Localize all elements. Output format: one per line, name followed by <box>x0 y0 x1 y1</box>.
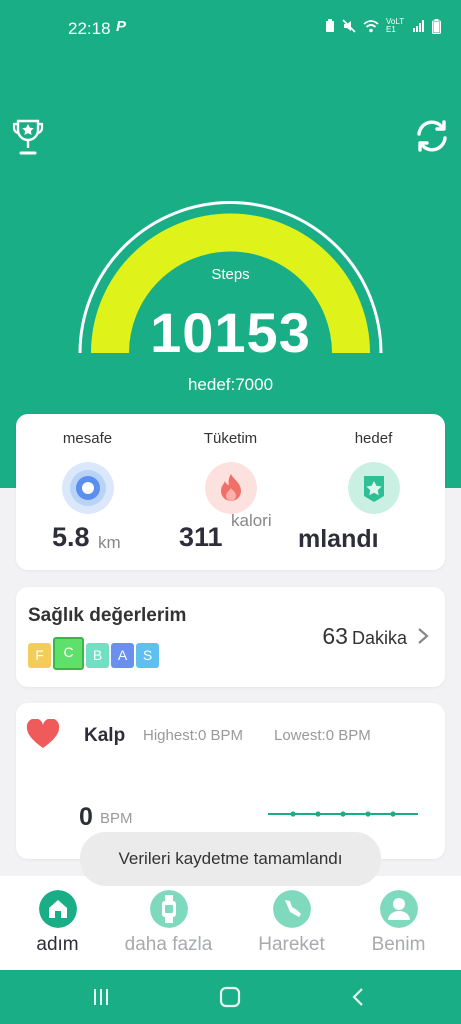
back-icon[interactable] <box>346 984 372 1010</box>
tab-benim[interactable]: Benim <box>341 876 456 970</box>
stats-card: mesafe 5.8 km Tüketim 311 kalori hedef m… <box>16 414 445 570</box>
steps-goal: hedef:7000 <box>187 375 274 394</box>
distance-label: mesafe <box>62 430 113 447</box>
goal-label: hedef <box>354 430 393 447</box>
battery-icon <box>432 18 441 34</box>
recent-apps-icon[interactable] <box>88 984 114 1010</box>
watch-icon <box>149 890 188 928</box>
heart-icon <box>26 719 60 748</box>
goal-value: mlandı <box>298 525 379 553</box>
consumption-label: Tüketim <box>203 430 258 447</box>
volte-icon: VoLTE1 <box>386 17 405 34</box>
home-icon <box>38 890 77 928</box>
app-badge-icon: P <box>116 18 127 35</box>
health-minutes-value: 63 <box>322 623 348 649</box>
tab-label: daha fazla <box>124 934 213 955</box>
fire-icon <box>204 462 257 514</box>
health-title: Sağlık değerlerim <box>28 605 187 626</box>
bottom-tab-bar: adım daha fazla Hareket Benim <box>0 876 461 970</box>
system-nav-bar <box>0 970 461 1024</box>
grade-c: C <box>53 637 84 670</box>
tab-label: adım <box>36 934 79 955</box>
heart-rate-sparkline <box>268 811 418 817</box>
trophy-icon[interactable] <box>12 118 44 156</box>
grade-scale: F C B A S <box>28 637 159 670</box>
heart-highest: Highest:0 BPM <box>143 727 244 744</box>
shoe-icon <box>272 890 311 928</box>
toast-message: Verileri kaydetme tamamlandı <box>80 832 381 886</box>
grade-f: F <box>28 643 51 668</box>
health-minutes-unit: Dakika <box>351 628 407 648</box>
heart-lowest: Lowest:0 BPM <box>274 727 371 744</box>
chevron-right-icon <box>418 628 429 644</box>
consumption-stat[interactable]: Tüketim 311 kalori <box>159 414 302 570</box>
grade-b: B <box>86 643 109 668</box>
consumption-value: 311 <box>179 522 223 552</box>
grade-a: A <box>111 643 134 668</box>
distance-value: 5.8 <box>52 522 90 552</box>
profile-icon <box>379 890 418 928</box>
signal-icon <box>413 20 424 32</box>
tab-label: Hareket <box>258 934 325 955</box>
distance-unit: km <box>98 533 121 552</box>
tab-hareket[interactable]: Hareket <box>234 876 349 970</box>
wifi-icon <box>363 19 379 32</box>
consumption-unit: kalori <box>231 511 272 530</box>
health-minutes: 63 Dakika <box>322 623 407 650</box>
status-icons: VoLTE1 <box>325 18 441 34</box>
battery-saver-icon <box>326 19 334 32</box>
home-nav-icon[interactable] <box>217 984 243 1010</box>
tab-daha-fazla[interactable]: daha fazla <box>111 876 226 970</box>
goal-badge-icon <box>347 462 400 514</box>
bpm-unit: BPM <box>100 810 133 827</box>
steps-value: 10153 <box>150 301 311 364</box>
location-icon <box>61 462 114 514</box>
health-values-card[interactable]: Sağlık değerlerim F C B A S 63 Dakika <box>16 587 445 687</box>
distance-stat[interactable]: mesafe 5.8 km <box>16 414 159 570</box>
mute-icon <box>342 19 356 33</box>
heart-title: Kalp <box>84 725 126 746</box>
tab-label: Benim <box>371 934 426 955</box>
bpm-value: 0 <box>79 803 93 831</box>
goal-stat[interactable]: hedef mlandı <box>298 414 445 570</box>
steps-label: Steps <box>211 266 250 283</box>
grade-s: S <box>136 643 159 668</box>
tab-adim[interactable]: adım <box>0 876 115 970</box>
status-bar: 22:18 P VoLTE1 <box>0 0 461 58</box>
sync-icon[interactable] <box>414 118 450 154</box>
status-time: 22:18 <box>68 19 111 38</box>
